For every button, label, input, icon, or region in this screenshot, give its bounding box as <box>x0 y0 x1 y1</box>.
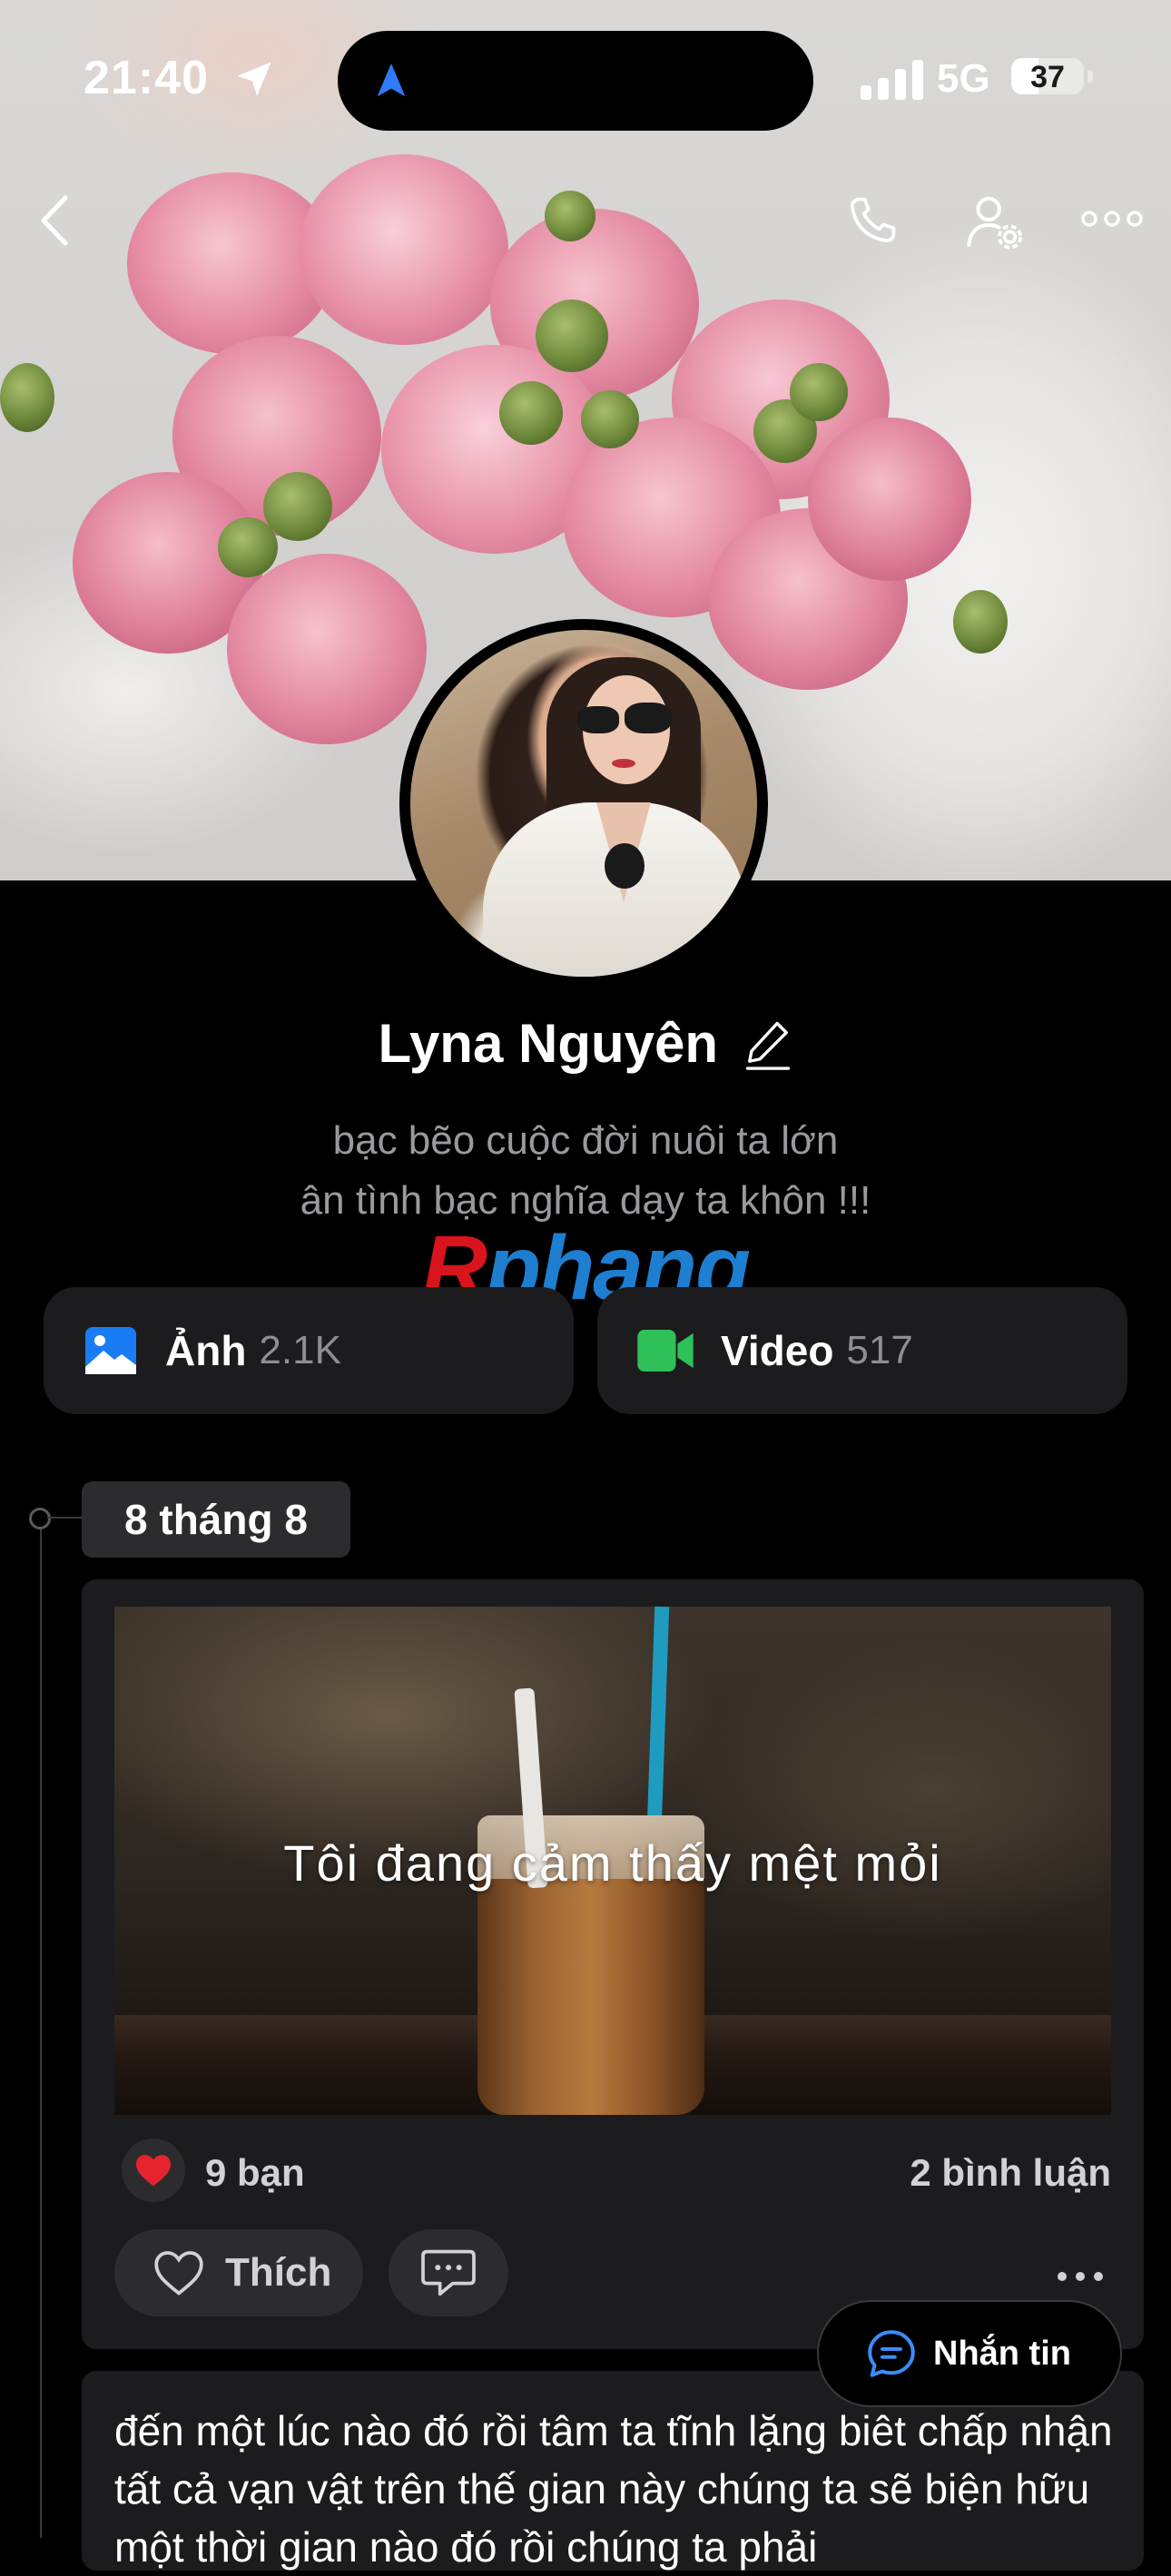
comment-icon <box>421 2249 476 2296</box>
videos-count: 517 <box>846 1328 913 1372</box>
chevron-left-icon[interactable] <box>36 192 73 249</box>
profile-name: Lyna Nguyên <box>378 1013 719 1074</box>
heart-filled-icon <box>136 2155 171 2187</box>
bio-line-1: bạc bẽo cuộc đời nuôi ta lớn <box>332 1118 839 1163</box>
avatar-photo <box>410 630 757 977</box>
profile-name-row: Lyna Nguyên <box>0 1012 1171 1075</box>
network-type: 5G <box>937 56 990 101</box>
user-settings-icon[interactable] <box>962 191 1026 254</box>
videos-button[interactable]: Video 517 <box>597 1287 1127 1414</box>
videos-label: Video <box>721 1327 834 1374</box>
reactions-row: 9 bạn 2 bình luận <box>122 2133 1111 2202</box>
post-image[interactable]: Tôi đang cảm thấy mệt mỏi <box>114 1607 1111 2115</box>
like-button[interactable]: Thích <box>114 2229 363 2316</box>
dynamic-island <box>338 31 813 131</box>
heart-badge[interactable] <box>122 2138 185 2202</box>
heart-outline-icon <box>154 2251 203 2296</box>
post-more-icon[interactable] <box>1055 2269 1106 2284</box>
status-time: 21:40 <box>84 52 209 104</box>
more-horizontal-icon[interactable] <box>1080 205 1144 232</box>
video-camera-icon <box>637 1330 694 1372</box>
message-label: Nhắn tin <box>933 2334 1071 2373</box>
status-bar: 21:40 5G 37 <box>0 0 1171 154</box>
post-text[interactable]: đến một lúc nào đó rồi tâm ta tĩnh lặng … <box>114 2402 1122 2576</box>
signal-icon <box>861 60 923 100</box>
timeline-dot <box>29 1508 51 1529</box>
message-button[interactable]: Nhắn tin <box>817 2300 1122 2407</box>
avatar[interactable] <box>399 619 768 988</box>
battery-level: 37 <box>1030 60 1065 94</box>
location-arrow-icon <box>237 62 271 96</box>
photos-count: 2.1K <box>259 1328 341 1372</box>
likes-count[interactable]: 9 bạn <box>205 2151 305 2195</box>
chat-bubble-icon <box>868 2330 915 2377</box>
timeline-connector <box>47 1517 84 1519</box>
timeline-line <box>40 1518 42 2538</box>
battery-icon: 37 <box>1011 58 1095 98</box>
post-card: Tôi đang cảm thấy mệt mỏi 9 bạn 2 bình l… <box>82 1579 1144 2349</box>
edit-icon[interactable] <box>743 1017 792 1071</box>
phone-icon[interactable] <box>842 191 902 251</box>
date-chip: 8 tháng 8 <box>82 1481 350 1558</box>
navigation-arrow-icon <box>377 63 406 97</box>
photo-icon <box>85 1327 136 1374</box>
photos-button[interactable]: Ảnh 2.1K <box>44 1287 574 1414</box>
photos-label: Ảnh <box>165 1327 247 1374</box>
like-label: Thích <box>225 2250 332 2295</box>
comment-button[interactable] <box>389 2229 508 2316</box>
post-image-caption: Tôi đang cảm thấy mệt mỏi <box>283 1834 942 1892</box>
comments-count[interactable]: 2 bình luận <box>910 2151 1111 2195</box>
